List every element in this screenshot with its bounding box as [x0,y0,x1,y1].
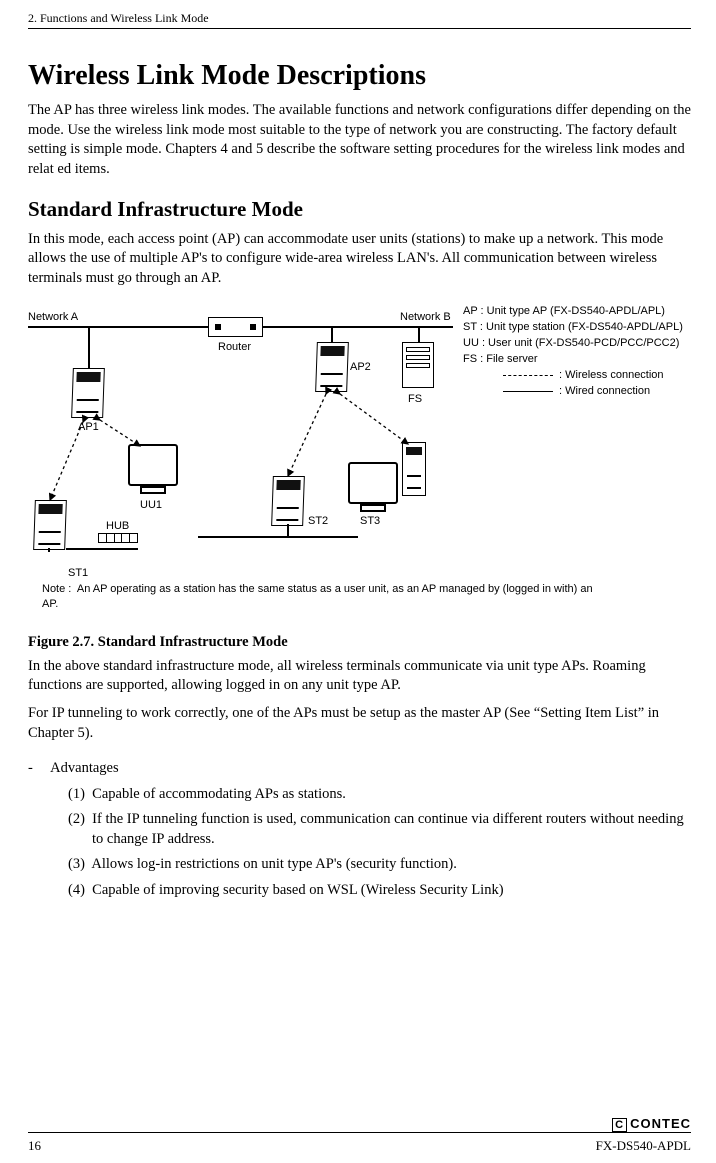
legend-wired: : Wired connection [559,384,650,400]
intro-paragraph: The AP has three wireless link modes. Th… [28,101,691,179]
advantages-heading: Advantages [50,760,118,776]
label-network-b: Network B [400,310,451,325]
label-network-a: Network A [28,310,78,325]
note-text: An AP operating as a station has the sam… [42,583,593,609]
st2-icon [271,476,305,526]
ap1-icon [71,368,105,418]
label-router: Router [218,340,251,355]
legend-uu: UU : User unit (FX-DS540-PCD/PCC/PCC2) [463,336,683,352]
legend-wireless: : Wireless connection [559,368,664,384]
st1-hub-wire-h [66,548,138,550]
label-uu1: UU1 [140,498,162,513]
file-server-icon [402,342,434,388]
legend-solid-line-icon [503,391,553,392]
advantage-item-2: (2) If the IP tunneling function is used… [68,810,691,849]
figure-legend: AP : Unit type AP (FX-DS540-APDL/APL) ST… [463,304,683,400]
label-ap1: AP1 [78,420,99,435]
st2-net-line [198,536,358,538]
legend-fs: FS : File server [463,352,683,368]
st3-monitor-icon [348,462,398,504]
label-st3: ST3 [360,514,380,529]
st2-drop [287,524,289,536]
advantages-heading-row: - Advantages [28,759,691,779]
label-ap2: AP2 [350,360,371,375]
advantage-item-1: (1) Capable of accommodating APs as stat… [68,785,691,805]
uu1-icon [128,444,178,486]
advantages-dash: - [28,760,33,776]
advantages-list: (1) Capable of accommodating APs as stat… [28,785,691,901]
st1-hub-wire-stub [48,548,50,552]
network-b-line [263,326,453,328]
advantage-text-1: Capable of accommodating APs as stations… [92,786,346,802]
brand-logo: CCONTEC [28,1115,691,1133]
after-fig-p2: For IP tunneling to work correctly, one … [28,704,691,743]
advantage-text-2: If the IP tunneling function is used, co… [92,811,684,847]
label-fs: FS [408,392,422,407]
page-number: 16 [28,1137,41,1155]
figure-caption: Figure 2.7. Standard Infrastructure Mode [28,633,691,653]
section-heading-standard: Standard Infrastructure Mode [28,195,691,223]
label-hub: HUB [106,519,129,534]
header-rule [28,28,691,29]
brand-text: CONTEC [630,1116,691,1131]
ap2-icon [315,342,349,392]
running-header: 2. Functions and Wireless Link Mode [28,10,691,26]
figure-note: Note : An AP operating as a station has … [42,582,602,611]
page-footer: CCONTEC 16 FX-DS540-APDL [28,1115,691,1155]
st3-tower-icon [402,442,426,496]
advantage-item-3: (3) Allows log-in restrictions on unit t… [68,855,691,875]
page-title: Wireless Link Mode Descriptions [28,57,691,95]
footer-rule [28,1132,691,1133]
advantage-item-4: (4) Capable of improving security based … [68,881,691,901]
router-icon [208,317,263,337]
network-a-line [28,326,208,328]
legend-dashed-line-icon [503,375,553,376]
label-st1: ST1 [68,566,88,581]
advantage-text-4: Capable of improving security based on W… [92,882,503,898]
hub-icon [98,533,138,543]
figure-2-7: Network A Network B Router AP1 AP2 FS UU… [28,304,688,629]
note-label: Note : [42,583,71,595]
label-st2: ST2 [308,514,328,529]
section1-paragraph: In this mode, each access point (AP) can… [28,230,691,289]
advantage-text-3: Allows log-in restrictions on unit type … [91,856,456,872]
st1-icon [33,500,67,550]
legend-ap: AP : Unit type AP (FX-DS540-APDL/APL) [463,304,683,320]
after-fig-p1: In the above standard infrastructure mod… [28,657,691,696]
legend-st: ST : Unit type station (FX-DS540-APDL/AP… [463,320,683,336]
wire-ap1 [88,326,90,370]
model-number: FX-DS540-APDL [596,1137,691,1155]
